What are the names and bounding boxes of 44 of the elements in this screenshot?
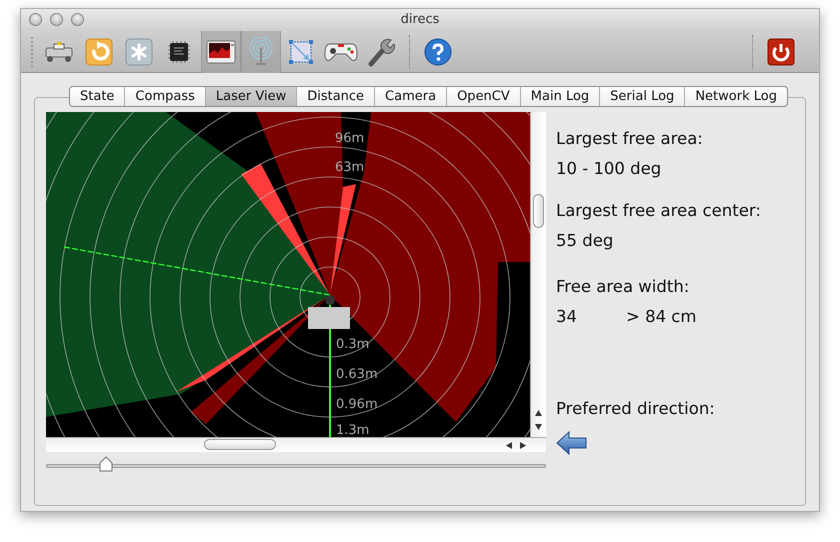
info-label: Preferred direction:: [556, 398, 716, 420]
power-icon: [767, 38, 795, 66]
robot-icon: [43, 40, 75, 64]
tab[interactable]: Main Log: [520, 87, 600, 106]
tab[interactable]: Camera: [375, 87, 448, 106]
vertical-scrollbar[interactable]: [530, 112, 546, 437]
range-label: 0.63m: [336, 367, 378, 382]
scroll-up-icon[interactable]: [535, 410, 542, 416]
tab[interactable]: Serial Log: [600, 87, 686, 106]
info-value: 10 - 100 deg: [556, 158, 662, 180]
info-value: 34: [556, 306, 578, 328]
scroll-thumb[interactable]: [533, 194, 544, 228]
info-value: 55 deg: [556, 230, 614, 252]
info-label: Largest free area:: [556, 128, 704, 150]
range-label: 0.96m: [336, 397, 378, 412]
slider-thumb[interactable]: [99, 456, 113, 472]
info-label: Largest free area center:: [556, 200, 761, 222]
info-value: > 84 cm: [626, 306, 696, 328]
help-icon: [424, 38, 452, 66]
wrench-icon: [367, 36, 395, 66]
range-label: 0.3m: [336, 337, 370, 352]
antenna-icon: [247, 36, 275, 66]
tab[interactable]: OpenCV: [447, 87, 521, 106]
window-title: direcs: [400, 11, 440, 30]
asterisk-icon: [125, 38, 153, 66]
zoom-slider[interactable]: [46, 455, 546, 473]
range-label: 1.3m: [336, 423, 370, 437]
direction-arrow-icon: [556, 428, 588, 453]
toolbar-grip-icon: [31, 36, 35, 66]
refresh-icon: [85, 38, 113, 66]
tab[interactable]: Distance: [297, 87, 376, 106]
scroll-left-icon[interactable]: [506, 442, 512, 449]
robot-marker: [308, 295, 350, 329]
scroll-down-icon[interactable]: [535, 424, 542, 430]
monitor-button[interactable]: [201, 30, 241, 72]
resize-icon: [287, 38, 315, 66]
tab[interactable]: Laser View: [206, 87, 298, 106]
scroll-right-icon[interactable]: [520, 442, 526, 449]
monitor-icon: [206, 38, 236, 64]
tab[interactable]: Network Log: [685, 87, 787, 106]
info-label: Free area width:: [556, 276, 690, 298]
tab[interactable]: State: [70, 87, 126, 106]
horizontal-scrollbar[interactable]: [46, 437, 546, 452]
scroll-thumb[interactable]: [204, 439, 276, 450]
